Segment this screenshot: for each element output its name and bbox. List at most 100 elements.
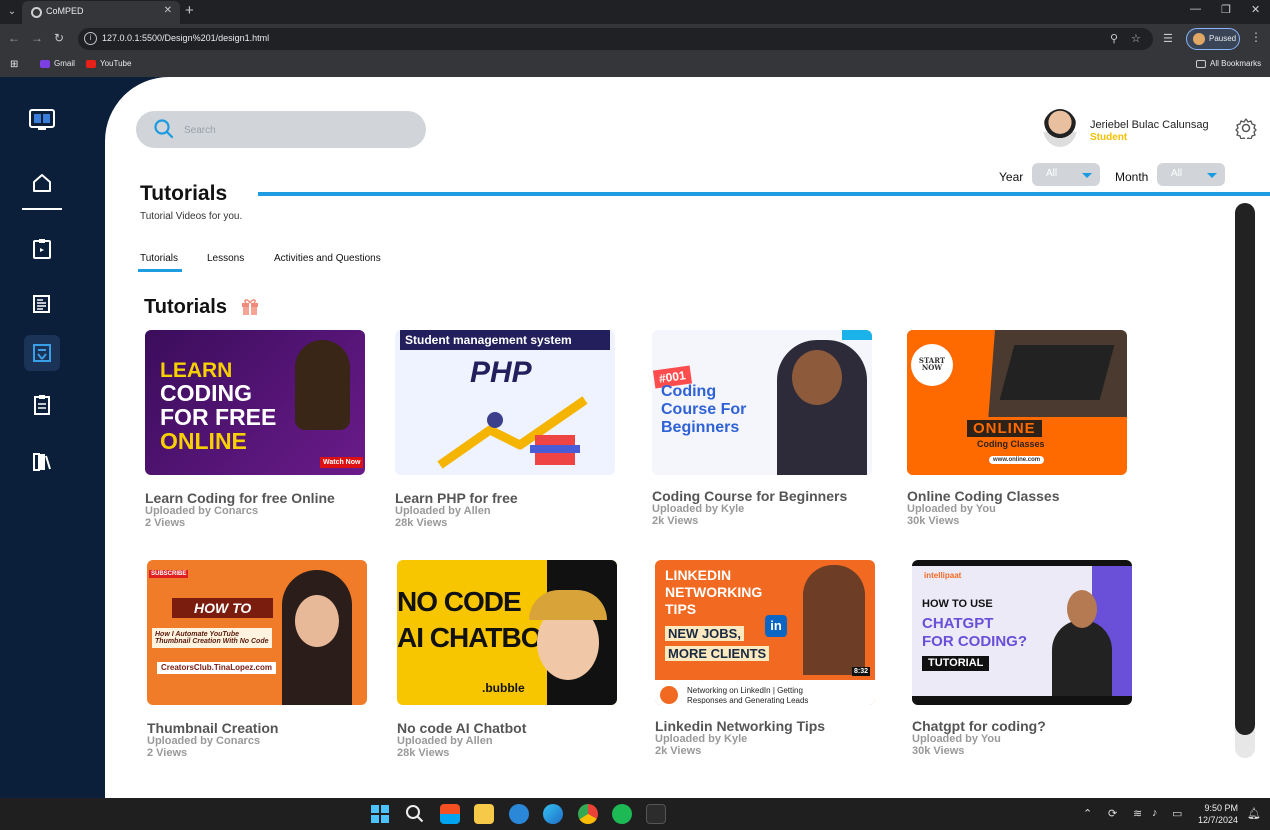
thumb-text: Coding Classes [977,439,1045,449]
channel-avatar [660,686,678,704]
bookmark-star-icon[interactable]: ☆ [1131,32,1141,45]
thumb-text: START NOW [918,356,946,372]
notification-bell-icon[interactable]: 🔔︎ [1247,807,1261,820]
reload-icon[interactable]: ↻ [54,31,64,45]
all-bookmarks[interactable]: All Bookmarks [1196,59,1261,68]
video-uploader: Uploaded by Conarcs [145,505,259,517]
spotify-icon[interactable] [612,804,632,824]
tray-chevron-icon[interactable]: ⌃ [1083,807,1092,820]
video-title[interactable]: Coding Course for Beginners [652,488,847,504]
year-select[interactable]: All [1032,163,1100,186]
video-title[interactable]: Learn PHP for free [395,490,518,506]
video-thumbnail[interactable]: LINKEDIN NETWORKING TIPS NEW JOBS, MORE … [655,560,875,705]
windows-start-icon[interactable] [370,804,390,824]
page-title: Tutorials [140,182,228,205]
profile-paused-button[interactable]: Paused [1186,28,1240,50]
avatar[interactable] [1043,109,1077,147]
logo-icon[interactable] [24,102,60,138]
month-select[interactable]: All [1157,163,1225,186]
home-icon[interactable] [24,165,60,201]
video-title[interactable]: Learn Coding for free Online [145,490,335,506]
video-thumbnail[interactable]: SUBSCRIBE HOW TO How I Automate YouTube … [147,560,367,705]
thumb-text: intellipaat [924,571,962,580]
wifi-icon[interactable]: ≋ [1133,807,1142,820]
video-uploader: Uploaded by Kyle [652,503,745,515]
taskbar-search-icon[interactable] [405,804,425,824]
paused-label: Paused [1209,34,1237,43]
search-input[interactable] [184,121,404,139]
video-uploader: Uploaded by Allen [395,505,491,517]
bookmark-youtube[interactable]: YouTube [86,59,131,68]
video-thumbnail[interactable]: Student management system PHP [395,330,615,475]
store-icon[interactable] [440,804,460,824]
url-text[interactable]: 127.0.0.1:5500/Design%201/design1.html [102,33,269,43]
page-subtitle: Tutorial Videos for you. [140,211,243,222]
restore-icon[interactable]: ❐ [1221,3,1231,16]
tab-close-icon[interactable]: ✕ [164,5,172,16]
browser-toolbar: ← → ↻ i 127.0.0.1:5500/Design%201/design… [0,24,1270,54]
thumb-text: TUTORIAL [922,656,990,671]
thumb-text: NEW JOBS, [665,626,744,641]
volume-icon[interactable]: ♪ [1152,807,1158,819]
tab-activities[interactable]: Activities and Questions [274,253,381,264]
figma-icon[interactable] [646,804,666,824]
library-icon[interactable] [24,444,60,480]
browser-tab[interactable]: CoMPED ✕ [22,1,180,24]
video-thumbnail[interactable]: START NOW ONLINE Coding Classes www.onli… [907,330,1127,475]
address-bar[interactable]: i 127.0.0.1:5500/Design%201/design1.html… [78,28,1153,50]
battery-icon[interactable]: ▭ [1172,807,1182,820]
minimize-icon[interactable]: — [1190,3,1201,15]
video-thumbnail[interactable]: #001 Coding Course For Beginners [652,330,872,475]
thumb-text: Networking on LinkedIn | Getting Respons… [687,686,809,704]
bookmark-gmail[interactable]: Gmail [40,59,75,68]
video-title[interactable]: Thumbnail Creation [147,720,278,736]
system-clock[interactable]: 9:50 PM 12/7/2024 [1198,802,1238,826]
thumb-text: How I Automate YouTube Thumbnail Creatio… [152,628,272,648]
video-thumbnail[interactable]: NO CODE AI CHATBOT .bubble [397,560,617,705]
thumb-text: MORE CLIENTS [665,646,770,661]
watch-now-badge: Watch Now [320,457,364,468]
app: Jeriebel Bulac Calunsag Student Year All… [0,77,1270,798]
video-title[interactable]: Linkedin Networking Tips [655,718,825,734]
thumb-text: ONLINE [967,420,1042,437]
gmail-icon [40,59,50,68]
tutorials-icon[interactable] [24,335,60,371]
video-thumbnail[interactable]: LEARN CODING FOR FREE ONLINE Watch Now [145,330,365,475]
year-label: Year [999,170,1024,184]
tab-tutorials[interactable]: Tutorials [138,253,182,272]
reading-list-icon[interactable]: ☰ [1163,32,1173,45]
news-icon[interactable] [24,286,60,322]
video-title[interactable]: No code AI Chatbot [397,720,526,736]
new-tab-icon[interactable]: + [185,2,194,19]
tray-sync-icon[interactable]: ⟳ [1108,807,1117,820]
zoom-icon[interactable]: ⚲ [1110,32,1118,45]
forward-icon[interactable]: → [31,31,43,45]
presenter-figure [1052,620,1112,696]
sidebar-divider [22,208,62,210]
tab-search-icon[interactable]: ⌄ [4,4,20,20]
main-content: Jeriebel Bulac Calunsag Student Year All… [105,77,1270,798]
site-info-icon[interactable]: i [84,32,97,45]
search-bar[interactable] [136,111,426,148]
help-icon[interactable] [509,804,529,824]
edge-icon[interactable] [543,804,563,824]
apps-grid-icon[interactable]: ⊞ [10,59,18,70]
folder-icon [1196,59,1206,68]
tab-lessons[interactable]: Lessons [207,253,244,264]
video-title[interactable]: Chatgpt for coding? [912,718,1046,734]
tab-title: CoMPED [46,6,84,16]
video-thumbnail[interactable]: intellipaat HOW TO USE CHATGPT FOR CODIN… [912,560,1132,705]
file-explorer-icon[interactable] [474,804,494,824]
video-views: 2 Views [145,517,186,529]
clipboard-icon[interactable] [24,387,60,423]
clock-date: 12/7/2024 [1198,815,1239,825]
back-icon[interactable]: ← [8,31,20,45]
video-title[interactable]: Online Coding Classes [907,488,1059,504]
scrollbar-thumb[interactable] [1235,203,1255,735]
thumb-text: FOR FREE [160,404,277,430]
browser-menu-icon[interactable]: ⋮ [1250,30,1262,44]
gear-icon[interactable] [1235,117,1257,139]
assignment-icon[interactable] [24,231,60,267]
close-window-icon[interactable]: ✕ [1251,3,1260,16]
chrome-icon[interactable] [578,804,598,824]
